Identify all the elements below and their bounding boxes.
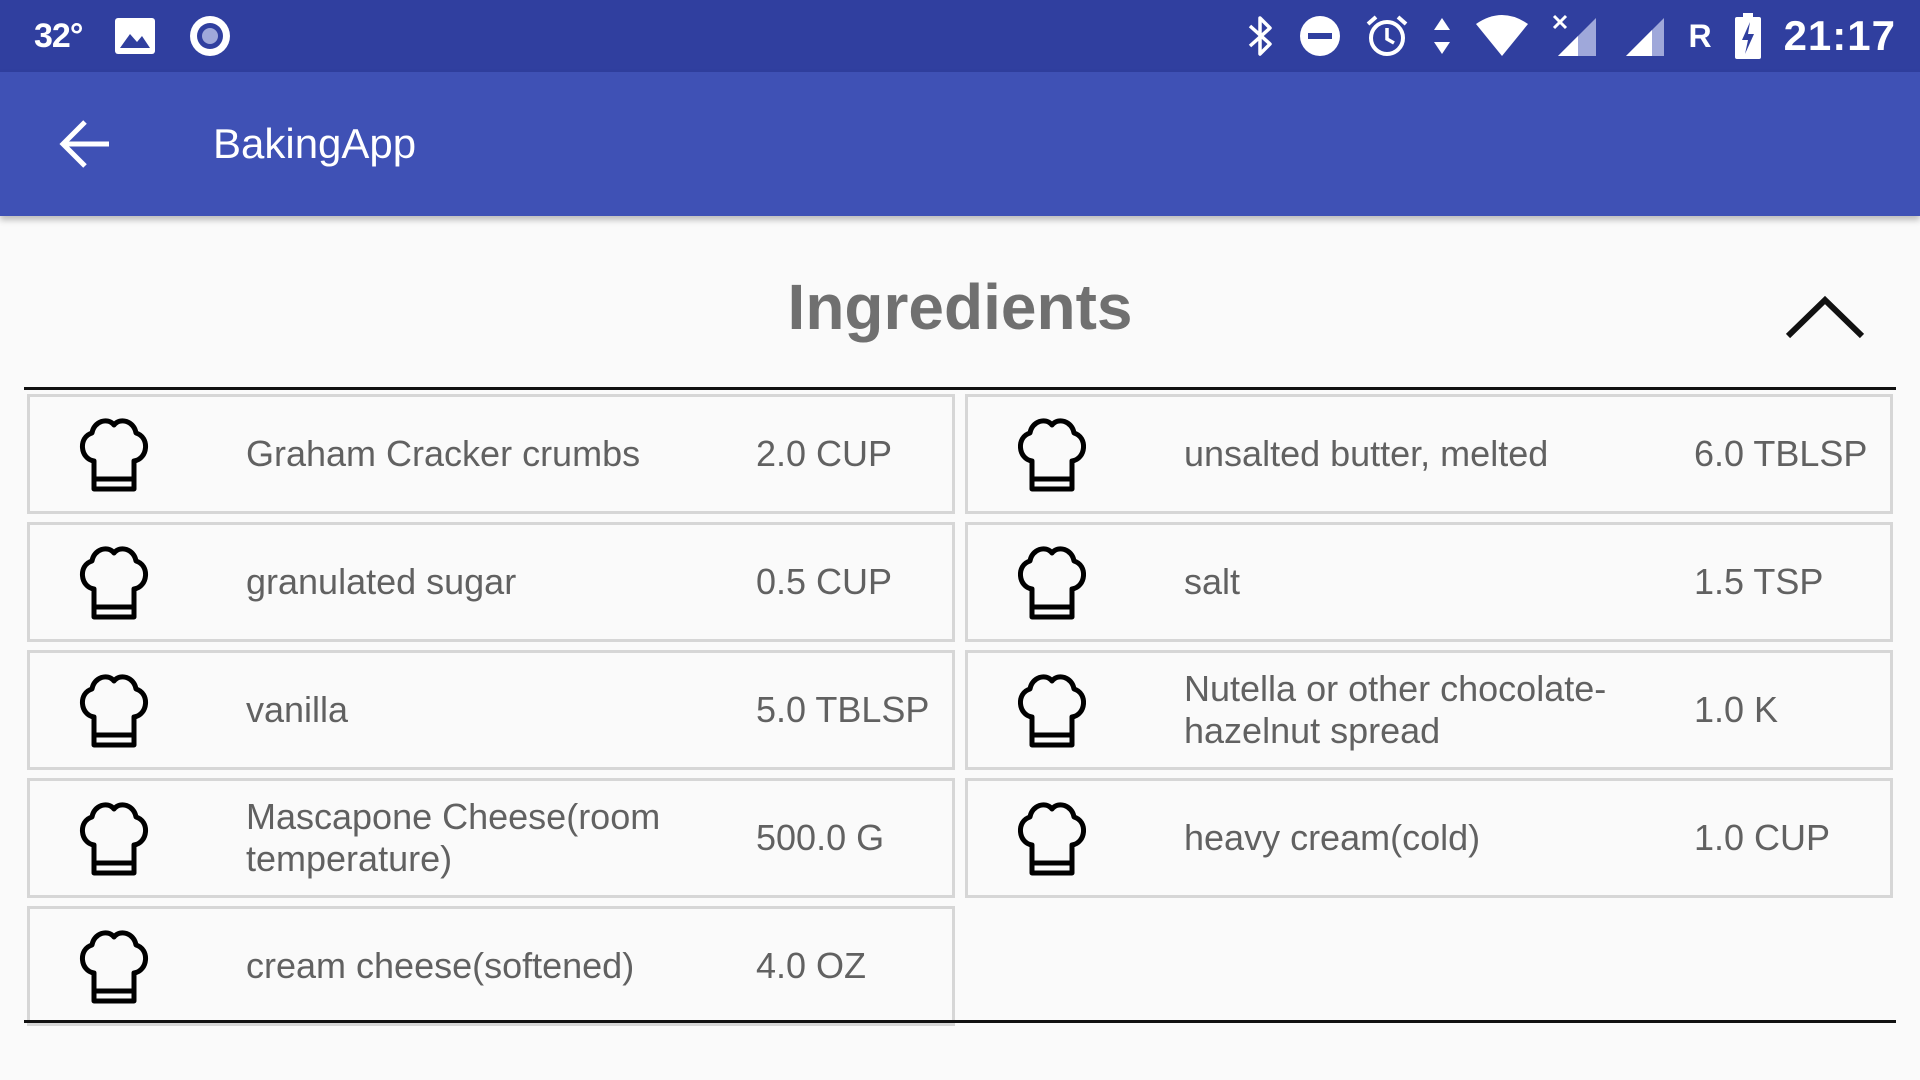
ingredient-card[interactable]: granulated sugar 0.5 CUP <box>27 522 955 642</box>
chef-hat-icon <box>1018 674 1086 748</box>
ingredient-name: Graham Cracker crumbs <box>246 433 641 474</box>
ingredient-name: Mascapone Cheese(room temperature) <box>246 796 661 879</box>
data-transfer-icon <box>1434 18 1451 54</box>
battery-charging-icon <box>1734 13 1761 59</box>
ingredient-quantity: 500.0 G <box>756 817 885 858</box>
chef-hat-icon <box>80 418 148 492</box>
app-bar: BakingApp <box>0 72 1920 216</box>
ingredient-card[interactable]: Graham Cracker crumbs 2.0 CUP <box>27 394 955 514</box>
ingredient-quantity: 6.0 TBLSP <box>1694 433 1868 474</box>
ingredient-card[interactable]: salt 1.5 TSP <box>965 522 1893 642</box>
ingredient-card[interactable]: Mascapone Cheese(room temperature) 500.0… <box>27 778 955 898</box>
ingredient-quantity: 5.0 TBLSP <box>756 689 930 730</box>
carrier-text: R <box>1688 17 1712 54</box>
ingredient-card[interactable]: vanilla 5.0 TBLSP <box>27 650 955 770</box>
collapse-button[interactable] <box>1770 274 1880 354</box>
status-right-group: R 21:17 <box>1246 12 1920 60</box>
ingredient-name: salt <box>1184 561 1241 602</box>
chef-hat-icon <box>80 546 148 620</box>
ingredient-name: vanilla <box>246 689 349 730</box>
chevron-up-icon <box>1785 295 1865 339</box>
ingredients-header[interactable]: Ingredients <box>0 240 1920 380</box>
wifi-icon <box>1476 15 1529 56</box>
temperature-text: 32° <box>34 16 83 55</box>
ingredient-card[interactable]: heavy cream(cold) 1.0 CUP <box>965 778 1893 898</box>
ingredient-card[interactable]: Nutella or other chocolate-hazelnut spre… <box>965 650 1893 770</box>
signal-no-sim-icon <box>1553 14 1597 56</box>
ingredient-quantity: 1.0 K <box>1694 689 1779 730</box>
alarm-icon <box>1367 15 1408 56</box>
bluetooth-icon <box>1249 16 1273 56</box>
ingredient-quantity: 4.0 OZ <box>756 945 867 986</box>
ingredient-quantity: 0.5 CUP <box>756 561 893 602</box>
ingredient-name: unsalted butter, melted <box>1184 433 1549 474</box>
ingredient-quantity: 1.5 TSP <box>1694 561 1824 602</box>
section-title: Ingredients <box>787 271 1133 343</box>
arrow-back-icon <box>59 120 109 168</box>
ingredient-name: granulated sugar <box>246 561 517 602</box>
chef-hat-icon <box>1018 418 1086 492</box>
chef-hat-icon <box>80 930 148 1004</box>
chef-hat-icon <box>80 802 148 876</box>
ingredient-quantity: 1.0 CUP <box>1694 817 1831 858</box>
divider-bottom <box>24 1020 1896 1023</box>
ingredient-name: heavy cream(cold) <box>1184 817 1481 858</box>
status-bar: 32° R 21:17 <box>0 0 1920 72</box>
do-not-disturb-icon <box>1300 16 1341 56</box>
ingredient-card[interactable]: cream cheese(softened) 4.0 OZ <box>27 906 955 1026</box>
image-icon <box>115 18 156 54</box>
divider-top <box>24 387 1896 390</box>
status-left-group: 32° <box>0 14 232 58</box>
chef-hat-icon <box>1018 802 1086 876</box>
ingredient-name: Nutella or other chocolate-hazelnut spre… <box>1184 668 1607 751</box>
clock-text: 21:17 <box>1783 12 1896 59</box>
record-icon <box>190 16 231 56</box>
ingredient-card[interactable]: unsalted butter, melted 6.0 TBLSP <box>965 394 1893 514</box>
ingredient-quantity: 2.0 CUP <box>756 433 893 474</box>
back-button[interactable] <box>40 99 130 189</box>
ingredient-name: cream cheese(softened) <box>246 945 635 986</box>
ingredients-grid: Graham Cracker crumbs 2.0 CUP unsalted b… <box>27 394 1893 1026</box>
signal-icon <box>1626 18 1665 56</box>
chef-hat-icon <box>80 674 148 748</box>
app-title: BakingApp <box>213 120 417 167</box>
chef-hat-icon <box>1018 546 1086 620</box>
